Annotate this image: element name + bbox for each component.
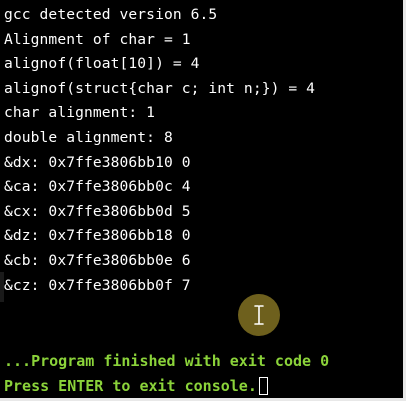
- output-line: &cz: 0x7ffe3806bb0f 7: [4, 276, 191, 294]
- output-line: &dz: 0x7ffe3806bb18 0: [4, 227, 191, 245]
- output-line: Alignment of char = 1: [4, 30, 191, 48]
- text-cursor: [258, 377, 268, 395]
- output-line: double alignment: 8: [4, 128, 173, 146]
- i-beam-cursor-icon: [254, 305, 264, 325]
- output-line: &dx: 0x7ffe3806bb10 0: [4, 153, 191, 171]
- output-line: gcc detected version 6.5: [4, 6, 218, 23]
- output-line: &cb: 0x7ffe3806bb0e 6: [4, 251, 191, 269]
- console-window[interactable]: gcc detected version 6.5 Alignment of ch…: [0, 0, 406, 401]
- output-line: alignof(float[10]) = 4: [4, 55, 200, 73]
- console-status: ...Program finished with exit code 0 Pre…: [4, 349, 330, 398]
- exit-prompt-line[interactable]: Press ENTER to exit console.: [4, 374, 329, 398]
- output-line: char alignment: 1: [4, 104, 156, 122]
- exit-prompt-text: Press ENTER to exit console.: [4, 377, 257, 395]
- exit-status-text: ...Program finished with exit code 0: [4, 352, 330, 370]
- output-line: &cx: 0x7ffe3806bb0d 5: [4, 202, 191, 220]
- console-output: gcc detected version 6.5 Alignment of ch…: [4, 3, 315, 298]
- output-line: &ca: 0x7ffe3806bb0c 4: [4, 178, 191, 196]
- output-line: alignof(struct{char c; int n;}) = 4: [4, 79, 316, 97]
